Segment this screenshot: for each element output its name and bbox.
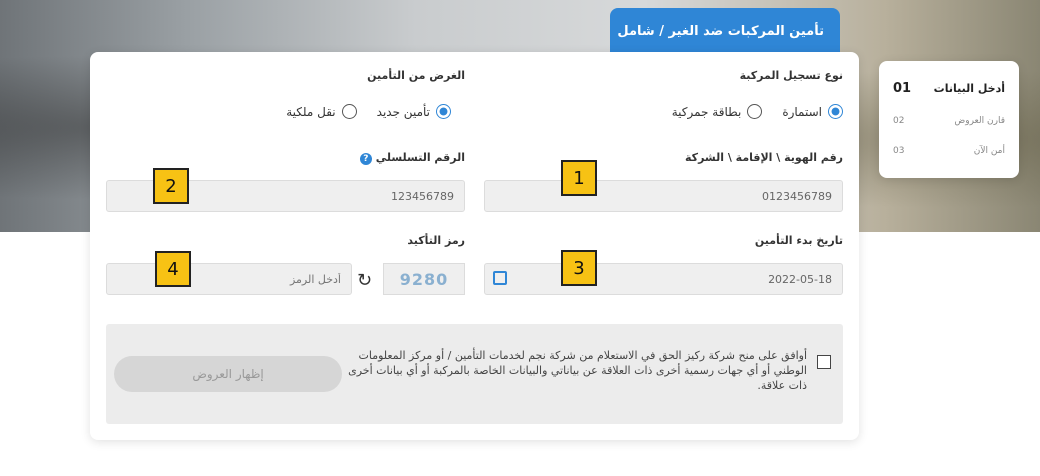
purpose-label: الغرض من التأمين xyxy=(367,69,465,82)
radio-registration-form[interactable] xyxy=(828,104,843,119)
marker-1: 1 xyxy=(561,160,597,196)
tab-label: تأمين المركبات ضد الغير / شامل xyxy=(617,24,824,39)
step-1-label: أدخل البيانات xyxy=(933,82,1005,95)
step-3: أمن الآن 03 xyxy=(893,146,1005,156)
radio-ownership-transfer[interactable] xyxy=(341,104,357,119)
step-1: أدخل البيانات 01 xyxy=(893,81,1005,96)
radio-customs-card-label: بطاقة جمركية xyxy=(671,104,742,119)
help-icon[interactable]: ? xyxy=(359,153,372,165)
tab-vehicle-insurance[interactable]: تأمين المركبات ضد الغير / شامل xyxy=(610,8,840,56)
refresh-icon[interactable]: ↻ xyxy=(357,270,372,291)
radio-ownership-transfer-label: نقل ملكية xyxy=(286,104,336,119)
id-number-value: 0123456789 xyxy=(762,189,832,203)
confirmation-code-label: رمز التأكيد xyxy=(407,234,465,247)
registration-type-label: نوع تسجيل المركبة xyxy=(739,69,843,82)
step-3-label: أمن الآن xyxy=(973,146,1005,156)
step-2: قارن العروض 02 xyxy=(893,116,1005,126)
step-2-label: قارن العروض xyxy=(954,116,1005,126)
confirmation-code-input[interactable] xyxy=(106,263,352,295)
radio-new-insurance[interactable] xyxy=(436,104,451,119)
start-date-value: 2022-05-18 xyxy=(768,272,832,286)
marker-2: 2 xyxy=(153,168,189,204)
id-number-input[interactable]: 0123456789 xyxy=(484,180,843,212)
consent-panel: أوافق على منح شركة ركيز الحق في الاستعلا… xyxy=(106,324,843,424)
show-offers-button[interactable]: إظهار العروض xyxy=(114,356,342,392)
id-number-label: رقم الهوية \ الإقامة \ الشركة xyxy=(685,151,843,164)
captcha-text: 9280 xyxy=(399,269,449,289)
registration-type-group: استمارة بطاقة جمركية xyxy=(672,104,843,119)
serial-number-label: الرقم التسلسلي ? xyxy=(356,151,465,165)
serial-number-value: 123456789 xyxy=(391,189,454,203)
radio-registration-form-label: استمارة xyxy=(782,104,822,119)
start-date-input[interactable]: 2022-05-18 xyxy=(484,263,843,295)
steps-panel: أدخل البيانات 01 قارن العروض 02 أمن الآن… xyxy=(879,61,1019,178)
marker-4: 4 xyxy=(155,251,191,287)
captcha-image: 9280 xyxy=(383,263,465,295)
serial-number-label-text: الرقم التسلسلي xyxy=(375,151,465,164)
step-3-number: 03 xyxy=(893,146,905,156)
step-2-number: 02 xyxy=(893,116,905,126)
purpose-group: تأمين جديد نقل ملكية xyxy=(286,104,451,119)
radio-customs-card[interactable] xyxy=(747,104,763,119)
consent-text: أوافق على منح شركة ركيز الحق في الاستعلا… xyxy=(348,349,807,392)
start-date-label: تاريخ بدء التأمين xyxy=(754,234,843,247)
insurance-form-card: نوع تسجيل المركبة استمارة بطاقة جمركية ا… xyxy=(90,52,859,440)
marker-3: 3 xyxy=(561,250,597,286)
consent-checkbox[interactable] xyxy=(817,355,831,369)
radio-new-insurance-label: تأمين جديد xyxy=(376,104,430,119)
step-1-number: 01 xyxy=(893,81,912,96)
calendar-icon[interactable] xyxy=(493,271,507,285)
